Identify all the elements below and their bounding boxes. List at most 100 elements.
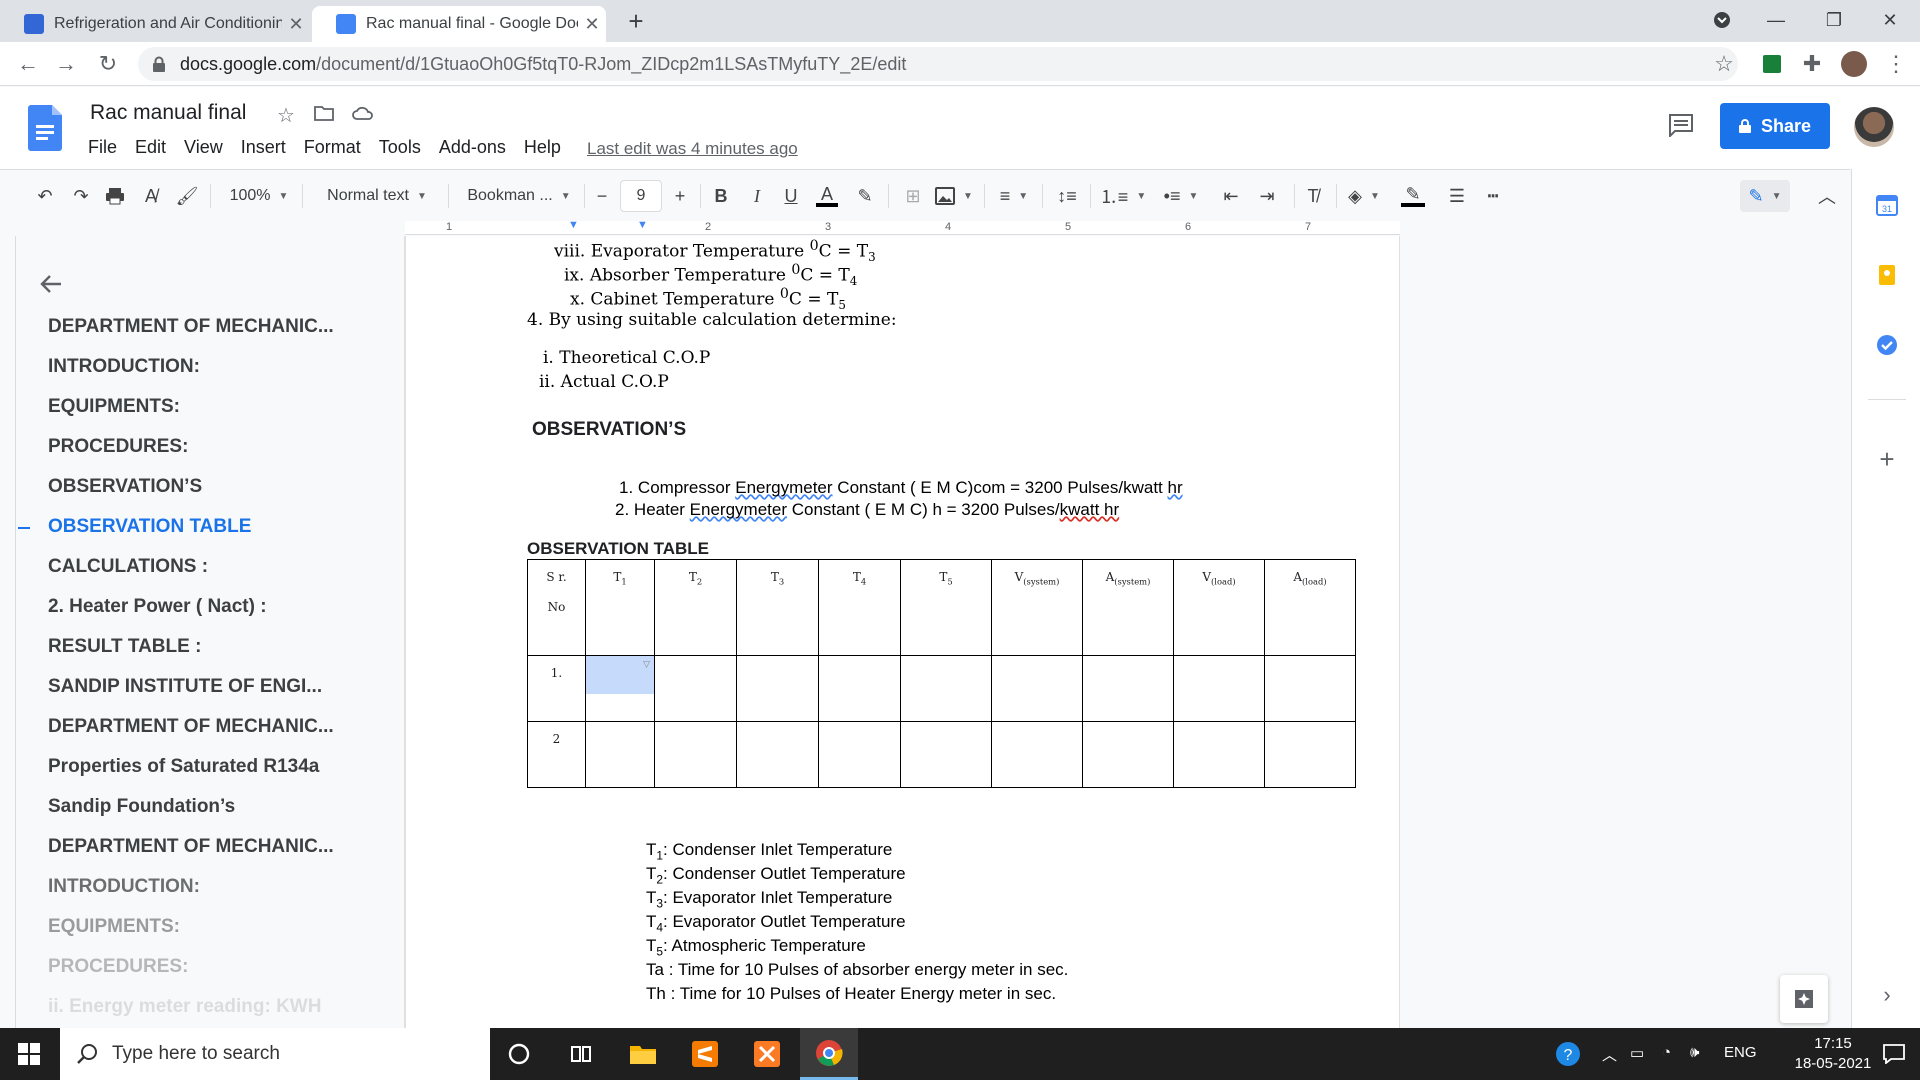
calendar-icon[interactable]: 31 [1875,193,1899,217]
comments-icon[interactable] [1668,113,1694,137]
indent-marker-icon[interactable]: ▼ [568,219,579,231]
table-cell[interactable] [900,655,992,722]
table-header-cell[interactable]: T1 [585,559,655,656]
menu-view[interactable]: View [184,137,223,158]
outline-item[interactable]: Sandip Foundation’s [48,796,235,818]
docs-logo-icon[interactable] [28,105,62,151]
table-cell[interactable] [1082,655,1174,722]
extensions-puzzle-icon[interactable]: ✚ [1798,50,1826,78]
menu-insert[interactable]: Insert [241,137,286,158]
spell-flagged-word[interactable]: hr [1168,478,1183,497]
line-spacing-icon[interactable]: ↕≡ [1052,180,1082,212]
outline-item[interactable]: PROCEDURES: [48,436,188,458]
border-dash-icon[interactable]: ┅ [1478,180,1508,212]
table-cell[interactable] [654,655,737,722]
text-color-button[interactable]: A [812,180,842,212]
table-cell[interactable] [991,655,1083,722]
indent-marker-icon[interactable]: ▼ [637,219,648,231]
table-cell[interactable] [1173,721,1265,788]
battery-icon[interactable]: ▭ [1630,1044,1644,1062]
table-cell[interactable] [654,721,737,788]
address-bar[interactable]: docs.google.com/document/d/1GtuaoOh0Gf5t… [138,47,1738,81]
add-addon-icon[interactable]: + [1875,446,1899,472]
print-icon[interactable] [100,180,130,212]
horizontal-ruler[interactable]: ▼ ▼ 1 2 3 4 5 6 7 [405,219,1400,235]
document-canvas[interactable]: viii. Evaporator Temperature 0C = T3 ix.… [405,236,1851,1028]
increase-indent-icon[interactable]: ⇥ [1252,180,1282,212]
increase-font-size-button[interactable]: + [668,180,692,212]
outline-item[interactable]: OBSERVATION’S [48,476,202,498]
spell-flagged-word[interactable]: kwatt hr [1060,500,1120,519]
browser-menu-icon[interactable]: ⋮ [1882,50,1910,78]
extension-icon[interactable] [1758,50,1786,78]
help-icon[interactable]: ? [1548,1028,1588,1080]
file-explorer-icon[interactable] [614,1028,672,1080]
table-cell[interactable] [818,721,901,788]
wifi-icon[interactable]: ◔ [1662,1044,1671,1061]
new-tab-button[interactable]: + [618,6,654,36]
paragraph-style-select[interactable]: Normal text ▼ [318,180,436,212]
outline-item[interactable]: Properties of Saturated R134a [48,756,319,778]
table-cell[interactable]: 2 [527,721,586,788]
browser-tab-active[interactable]: Rac manual final - Google Docs ✕ [312,6,606,42]
insert-comment-icon[interactable]: ⊞ [898,180,928,212]
chrome-app-icon[interactable] [800,1028,858,1080]
outline-item[interactable]: PROCEDURES: [48,956,188,978]
table-header-cell[interactable]: V(load) [1173,559,1265,656]
sublime-app-icon[interactable] [676,1028,734,1080]
outline-item[interactable]: INTRODUCTION: [48,876,200,898]
numbered-list-icon[interactable]: ⒈≡ ▼ [1100,180,1146,212]
table-header-cell[interactable]: A(load) [1264,559,1356,656]
border-color-icon[interactable]: ✎ [1392,180,1434,212]
outline-item[interactable]: EQUIPMENTS: [48,916,180,938]
cortana-icon[interactable] [490,1028,548,1080]
close-window-icon[interactable]: ✕ [1862,0,1918,40]
xampp-app-icon[interactable] [738,1028,796,1080]
outline-item[interactable]: CALCULATIONS : [48,556,208,578]
bold-button[interactable]: B [706,180,736,212]
insert-image-icon[interactable]: ▼ [934,180,974,212]
account-avatar[interactable] [1854,107,1894,147]
editing-mode-button[interactable]: ✎ ▼ [1740,180,1790,212]
last-edit-link[interactable]: Last edit was 4 minutes ago [587,139,798,159]
windows-start-icon[interactable] [0,1028,58,1080]
outline-item[interactable]: 2. Heater Power ( Nact) : [48,596,267,618]
clear-formatting-icon[interactable]: T̸ [1298,180,1328,212]
language-indicator[interactable]: ENG [1724,1044,1757,1061]
table-header-cell[interactable]: V(system) [991,559,1083,656]
table-header-cell[interactable]: T4 [818,559,901,656]
star-icon[interactable]: ☆ [277,103,295,128]
cell-menu-chevron-icon[interactable]: ▽ [643,660,650,670]
menu-file[interactable]: File [88,137,117,158]
tab-search-icon[interactable] [1694,0,1750,40]
table-header-cell[interactable]: T5 [900,559,992,656]
outline-item[interactable]: SANDIP INSTITUTE OF ENGI... [48,676,322,698]
show-hidden-icons-icon[interactable]: ︿ [1602,1044,1617,1065]
table-header-cell[interactable]: S r. No [527,559,586,656]
cell-background-color-icon[interactable]: ◈ ▼ [1344,180,1384,212]
cloud-status-icon[interactable] [352,105,374,121]
notifications-icon[interactable] [1870,1028,1918,1080]
observation-table[interactable]: S r. No T1 T2 T3 T4 T5 V(system) A(system… [527,559,1356,788]
decrease-indent-icon[interactable]: ⇤ [1216,180,1246,212]
undo-icon[interactable]: ↶ [30,180,60,212]
font-size-input[interactable]: 9 [620,180,662,212]
bookmark-star-icon[interactable]: ☆ [1710,50,1738,78]
table-cell[interactable] [1082,721,1174,788]
table-cell[interactable] [991,721,1083,788]
menu-edit[interactable]: Edit [135,137,166,158]
collapse-menus-icon[interactable]: ︿ [1812,180,1842,212]
close-tab-icon[interactable]: ✕ [282,14,310,35]
italic-button[interactable]: I [742,180,772,212]
profile-avatar[interactable] [1840,50,1868,78]
taskbar-search[interactable]: Type here to search [60,1028,490,1080]
bulleted-list-icon[interactable]: •≡ ▼ [1158,180,1204,212]
close-tab-icon[interactable]: ✕ [578,14,606,35]
align-icon[interactable]: ≡ ▼ [994,180,1034,212]
menu-format[interactable]: Format [304,137,361,158]
table-cell[interactable] [1173,655,1265,722]
explore-button[interactable] [1780,975,1828,1023]
expand-panel-icon[interactable]: › [1875,983,1899,1007]
document-title[interactable]: Rac manual final [90,101,246,125]
highlight-color-icon[interactable]: ✎ [850,180,880,212]
